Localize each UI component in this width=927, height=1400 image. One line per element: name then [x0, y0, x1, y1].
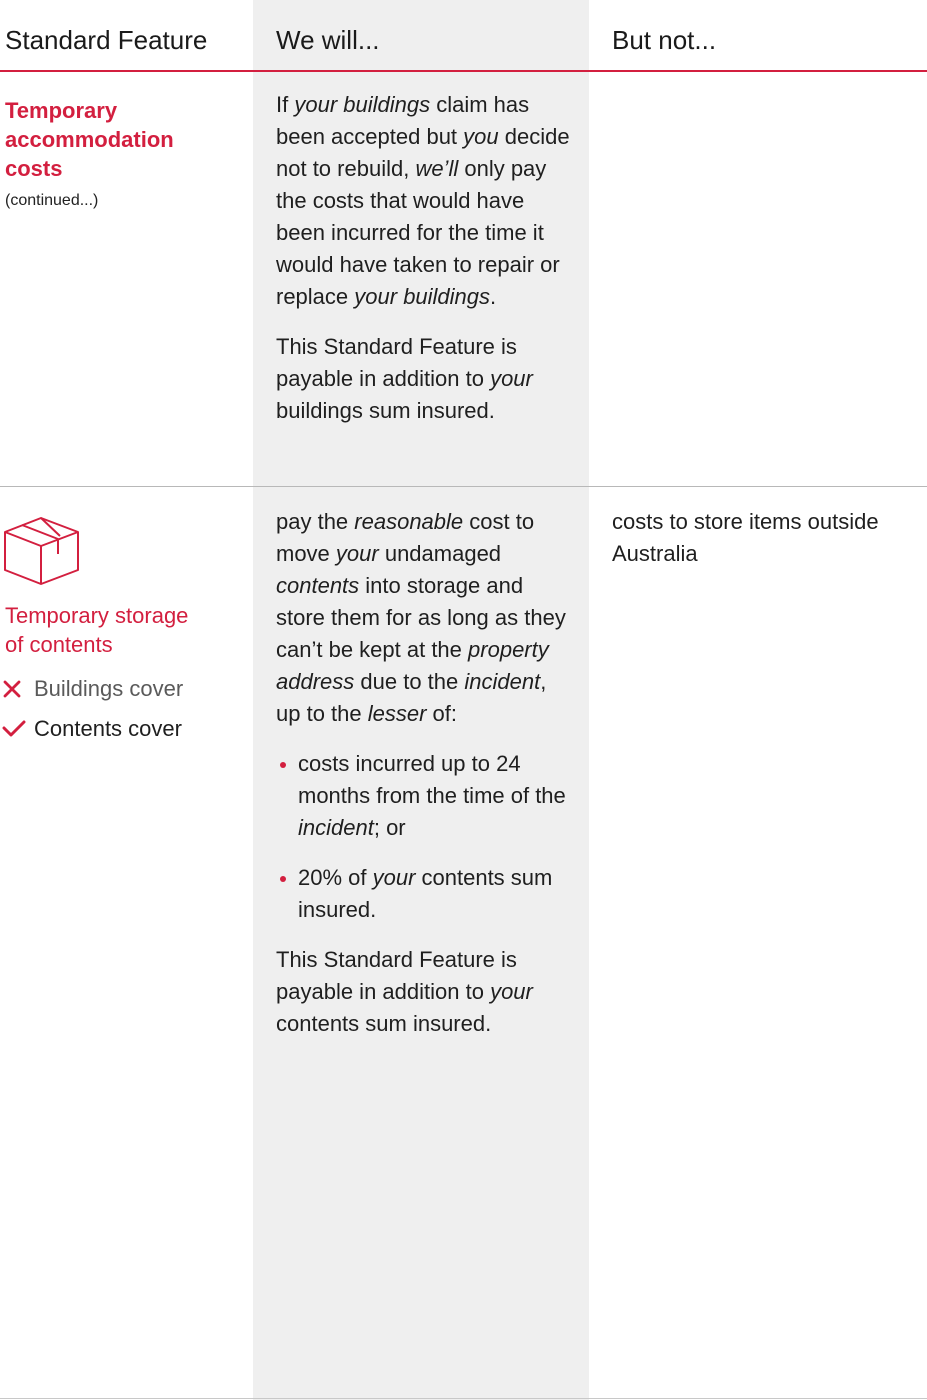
- cover-label: Contents cover: [34, 716, 182, 741]
- feature-title-line: costs: [5, 156, 63, 181]
- row2-will-closing: This Standard Feature is payable in addi…: [276, 947, 533, 1036]
- bullet-item: costs incurred up to 24 months from the …: [276, 748, 576, 844]
- feature-title-line: accommodation: [5, 127, 174, 152]
- feature-title-line: of contents: [5, 632, 113, 657]
- cover-status-contents: Contents cover: [2, 714, 182, 744]
- row1-we-will-text: If your buildings claim has been accepte…: [276, 89, 576, 427]
- cover-label: Buildings cover: [34, 676, 184, 701]
- row1-will-paragraph: This Standard Feature is payable in addi…: [276, 334, 533, 423]
- emphasized-term: your: [490, 979, 533, 1004]
- emphasized-term: you: [463, 124, 499, 149]
- continued-note: (continued...): [5, 192, 99, 209]
- header-standard-feature: Standard Feature: [5, 25, 208, 55]
- emphasized-term: your: [335, 541, 379, 566]
- feature-title-line: Temporary: [5, 98, 118, 123]
- emphasized-term: incident: [464, 669, 541, 694]
- row2-but-not-text: costs to store items outside Australia: [612, 509, 879, 566]
- emphasized-term: reasonable: [354, 509, 464, 534]
- header-but-not: But not...: [612, 25, 717, 55]
- cross-icon: [2, 679, 34, 699]
- emphasized-term: your: [372, 865, 416, 890]
- emphasized-term: we’ll: [415, 156, 459, 181]
- header-divider: [0, 70, 927, 72]
- feature-title-line: Temporary storage: [5, 603, 189, 628]
- bullet-item: 20% of your contents sum insured.: [276, 862, 576, 926]
- row-divider: [0, 486, 927, 487]
- box-icon: [4, 517, 79, 585]
- check-icon: [2, 719, 34, 739]
- header-we-will: We will...: [276, 25, 380, 55]
- row1-will-paragraph: If your buildings claim has been accepte…: [276, 92, 570, 309]
- bottom-divider: [0, 1398, 927, 1399]
- emphasized-term: your buildings: [354, 284, 491, 309]
- cover-status-buildings: Buildings cover: [2, 674, 183, 704]
- row2-will-intro: pay the reasonable cost to move your und…: [276, 509, 566, 726]
- emphasized-term: contents: [276, 573, 360, 598]
- emphasized-term: your: [490, 366, 533, 391]
- emphasized-term: your buildings: [294, 92, 431, 117]
- row2-we-will-text: pay the reasonable cost to move your und…: [276, 506, 576, 1040]
- emphasized-term: lesser: [367, 701, 427, 726]
- emphasized-term: incident: [298, 815, 374, 840]
